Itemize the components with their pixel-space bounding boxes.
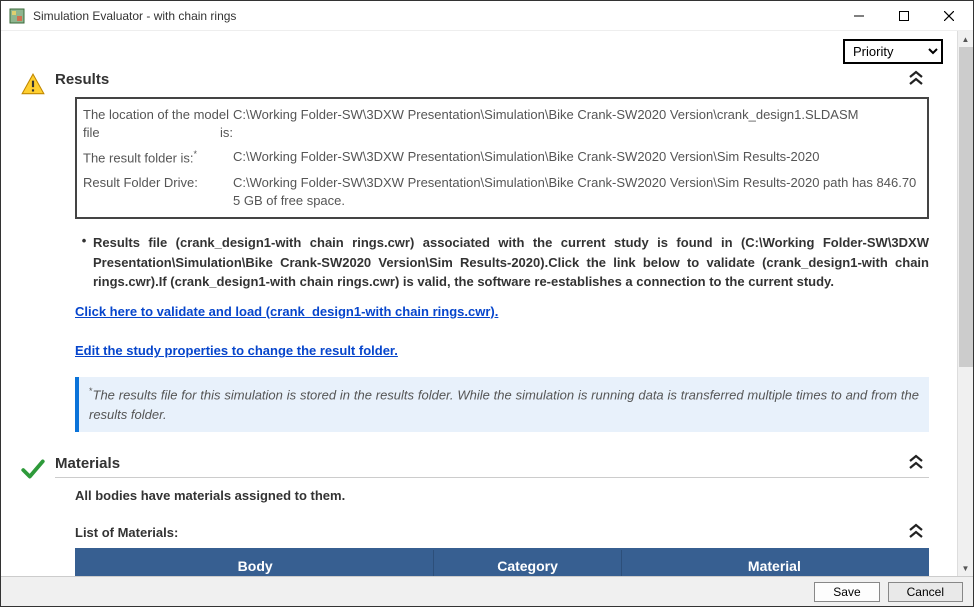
save-button[interactable]: Save <box>814 582 879 602</box>
result-folder-label: The result folder is:* <box>83 148 233 168</box>
materials-intro: All bodies have materials assigned to th… <box>75 488 929 503</box>
maximize-button[interactable] <box>881 1 926 30</box>
result-drive-value: C:\Working Folder-SW\3DXW Presentation\S… <box>233 174 921 210</box>
priority-dropdown[interactable]: Priority <box>843 39 943 64</box>
col-category: Category <box>434 549 621 576</box>
materials-list-label: List of Materials: <box>75 525 903 540</box>
results-title: Results <box>55 71 903 88</box>
results-note: *The results file for this simulation is… <box>75 377 929 432</box>
vertical-scrollbar[interactable]: ▲ ▼ <box>957 31 973 576</box>
cancel-button[interactable]: Cancel <box>888 582 963 602</box>
app-icon <box>9 8 25 24</box>
window-title: Simulation Evaluator - with chain rings <box>31 9 836 23</box>
materials-title: Materials <box>55 455 903 472</box>
footer-bar: Save Cancel <box>1 576 973 606</box>
window-controls <box>836 1 971 30</box>
table-header-row: Body Category Material <box>76 549 928 576</box>
result-drive-label: Result Folder Drive: <box>83 174 233 210</box>
col-material: Material <box>621 549 928 576</box>
bullet-icon: • <box>75 233 93 292</box>
results-info-box: The location of the model file is: C:\Wo… <box>75 97 929 219</box>
minimize-button[interactable] <box>836 1 881 30</box>
warning-icon <box>20 72 46 448</box>
close-button[interactable] <box>926 1 971 30</box>
scroll-down-button[interactable]: ▼ <box>958 560 973 576</box>
collapse-materials-button[interactable] <box>903 454 929 473</box>
edit-study-link[interactable]: Edit the study properties to change the … <box>75 341 398 361</box>
materials-section: Materials All bodies have materials assi… <box>11 454 947 576</box>
titlebar: Simulation Evaluator - with chain rings <box>1 1 973 31</box>
scroll-thumb[interactable] <box>959 47 973 367</box>
scroll-up-button[interactable]: ▲ <box>958 31 973 47</box>
model-file-label: The location of the model file is: <box>83 106 233 142</box>
content-area: Priority Results <box>1 31 973 606</box>
check-icon <box>20 456 46 576</box>
results-section: Results The location of the model file i… <box>11 70 947 448</box>
materials-table: Body Category Material Sprockets-1/Sproc… <box>75 548 929 576</box>
validate-load-link[interactable]: Click here to validate and load (crank_d… <box>75 302 498 322</box>
scroll-area[interactable]: Priority Results <box>1 31 957 576</box>
collapse-results-button[interactable] <box>903 70 929 89</box>
result-folder-path: C:\Working Folder-SW\3DXW Presentation\S… <box>233 148 921 168</box>
collapse-materials-list-button[interactable] <box>903 523 929 542</box>
col-body: Body <box>76 549 434 576</box>
simulation-evaluator-window: Simulation Evaluator - with chain rings … <box>0 0 974 607</box>
model-file-path: C:\Working Folder-SW\3DXW Presentation\S… <box>233 106 921 142</box>
results-file-message: Results file (crank_design1-with chain r… <box>93 233 929 292</box>
